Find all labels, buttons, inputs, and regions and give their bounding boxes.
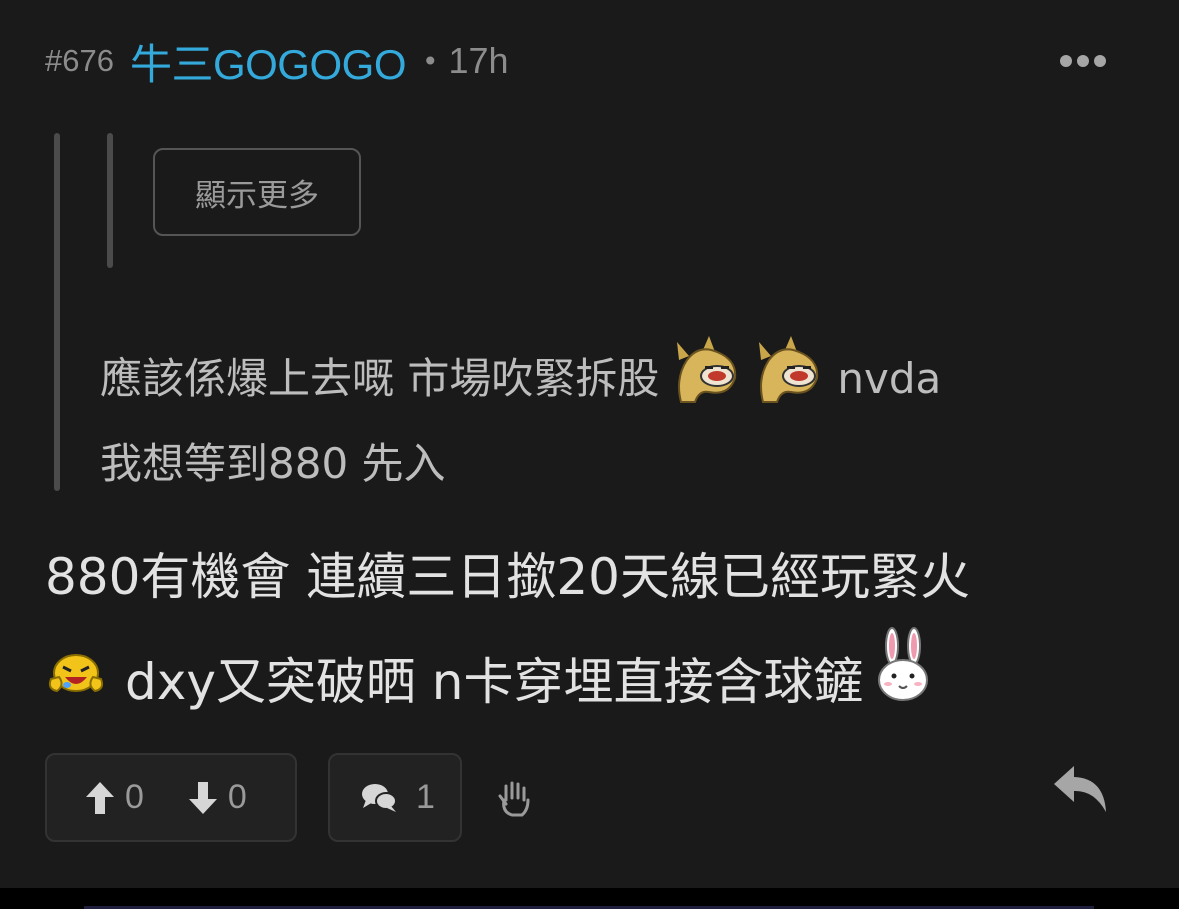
comments-button[interactable]: 1	[328, 753, 462, 842]
body-line-2-text: dxy又突破晒 n卡穿埋直接含球鏟	[125, 653, 864, 711]
username-link[interactable]: 牛三GOGOGO	[130, 31, 407, 92]
pig-emoticon	[751, 330, 823, 428]
quote-line-1-text: 應該係爆上去嘅 市場吹緊拆股	[100, 354, 660, 403]
quoted-text: 應該係爆上去嘅 市場吹緊拆股 nvda 我想等到880 先入	[100, 330, 1100, 500]
body-line-2: dxy又突破晒 n卡穿埋直接含球鏟	[45, 626, 1155, 738]
quote-line-1: 應該係爆上去嘅 市場吹緊拆股 nvda	[100, 330, 1100, 428]
arrow-up-icon	[86, 781, 114, 814]
show-more-button[interactable]: 顯示更多	[153, 148, 361, 236]
vote-group: 0 0	[45, 753, 297, 842]
arrow-down-icon	[188, 781, 217, 814]
body-line-1: 880有機會 連續三日撳20天線已經玩緊火	[45, 528, 1155, 626]
quote-bar-inner	[107, 133, 113, 268]
upvote-button[interactable]: 0	[85, 778, 144, 817]
body-line-1-text: 880有機會 連續三日撳20天線已經玩緊火	[45, 548, 970, 606]
wave-hand-icon	[498, 781, 530, 817]
quote-line-2-text: 我想等到880 先入	[100, 439, 446, 488]
more-dots-icon	[1060, 55, 1072, 67]
meta-separator: •	[421, 44, 439, 78]
quote-line-2: 我想等到880 先入	[100, 428, 1100, 500]
comment-bubble-icon	[362, 783, 397, 812]
rabbit-emoticon	[874, 626, 932, 738]
more-dots-icon	[1094, 55, 1106, 67]
quote-bar-outer	[54, 133, 60, 491]
floor-number: #676	[45, 43, 114, 78]
pig-emoticon	[669, 330, 741, 428]
upvote-count: 0	[125, 778, 144, 816]
quote-line-1-suffix: nvda	[837, 354, 942, 403]
laughing-face-emoticon	[45, 633, 107, 731]
block-user-button[interactable]	[498, 780, 532, 822]
downvote-button[interactable]: 0	[188, 778, 247, 817]
reply-button[interactable]	[1052, 764, 1108, 818]
comment-count: 1	[416, 778, 435, 816]
downvote-count: 0	[227, 778, 247, 816]
post-header: #676 牛三GOGOGO • 17h	[45, 34, 509, 88]
more-options-button[interactable]	[1050, 46, 1116, 76]
bottom-strip	[0, 888, 1179, 909]
post-body: 880有機會 連續三日撳20天線已經玩緊火 dxy又突破晒 n卡穿埋直接含球鏟	[45, 528, 1155, 738]
reply-arrow-icon	[1054, 766, 1106, 812]
more-dots-icon	[1077, 55, 1089, 67]
post-time: 17h	[448, 40, 509, 81]
post-card: #676 牛三GOGOGO • 17h 顯示更多 應該係爆上去嘅 市場吹緊拆股	[0, 0, 1179, 888]
